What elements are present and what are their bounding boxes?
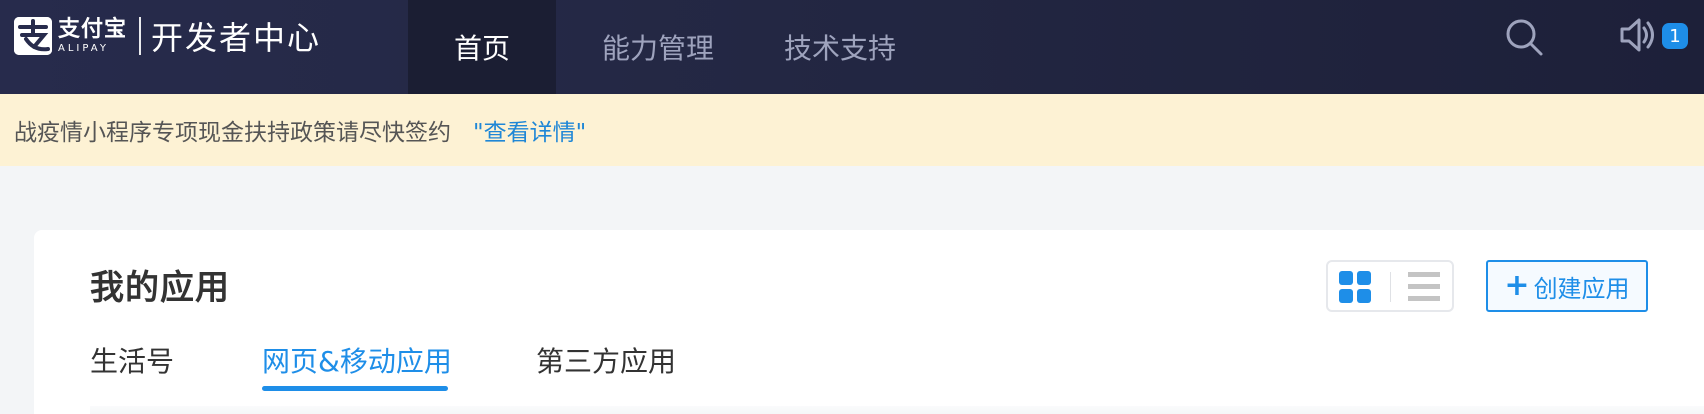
nav-home[interactable]: 首页 [408,0,556,94]
create-app-label: 创建应用 [1533,274,1630,303]
tab-web-mobile-apps[interactable]: 网页&移动应用 [262,340,452,380]
tab-lifestyle-account[interactable]: 生活号 [90,340,174,380]
notice-text: 战疫情小程序专项现金扶持政策请尽快签约 [14,120,451,146]
view-toggle [1326,260,1454,312]
notification-badge[interactable]: 1 [1662,23,1688,49]
plus-icon: + [1504,268,1530,303]
my-apps-card: 我的应用 + 创建应用 生活号 网页&移动应用 第三方应用 [34,230,1704,414]
main-nav: 首页 能力管理 技术支持 [408,0,920,94]
grid-view-icon[interactable] [1338,270,1372,304]
site-title: 开发者中心 [151,19,322,57]
nav-capability-management[interactable]: 能力管理 [556,0,760,94]
app-list-top-edge [90,406,1704,414]
active-tab-indicator [262,386,448,391]
logo-en: ALIPAY [58,42,109,54]
speaker-icon[interactable] [1618,16,1656,54]
tab-third-party-apps[interactable]: 第三方应用 [536,340,676,380]
alipay-logo[interactable]: 支付宝 ALIPAY 开发者中心 [14,16,322,57]
logo-text: 支付宝 ALIPAY [58,16,128,54]
notice-detail-link[interactable]: "查看详情" [473,113,586,147]
logo-cn: 支付宝 [58,16,128,42]
create-app-button[interactable]: + 创建应用 [1486,260,1648,312]
notice-bar: 战疫情小程序专项现金扶持政策请尽快签约 "查看详情" [0,94,1704,166]
search-icon[interactable] [1504,17,1544,57]
my-apps-title: 我的应用 [90,268,230,308]
logo-divider [139,17,142,55]
top-navbar: 支付宝 ALIPAY 开发者中心 首页 能力管理 技术支持 1 [0,0,1704,94]
alipay-logo-icon [14,17,52,55]
toggle-separator [1390,272,1391,302]
nav-tech-support[interactable]: 技术支持 [760,0,920,94]
list-view-icon[interactable] [1406,270,1442,304]
